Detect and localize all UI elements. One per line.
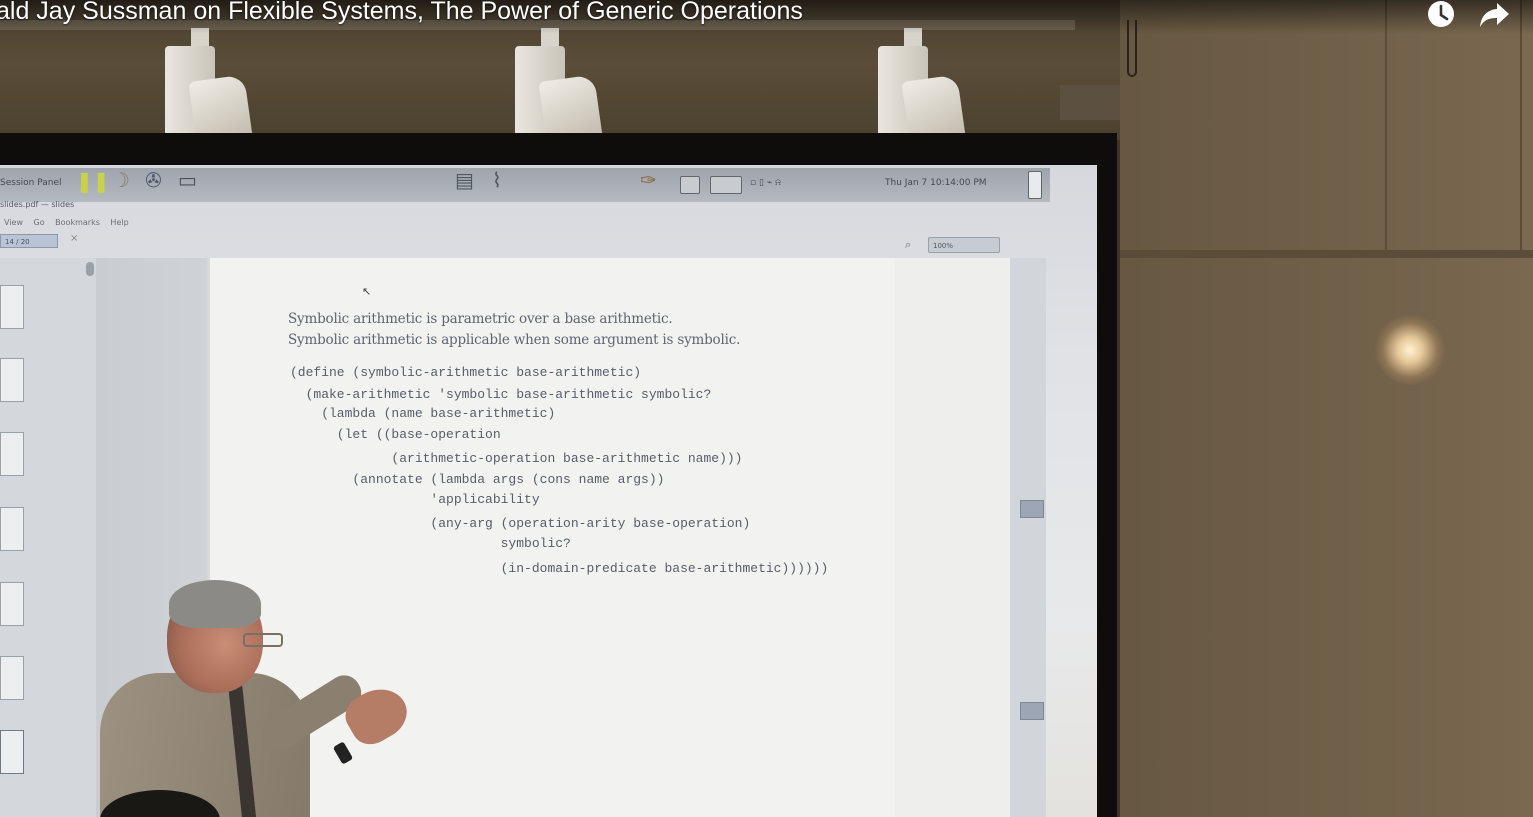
wall-light	[1375, 315, 1445, 385]
menu-bar: View Go Bookmarks Help	[4, 218, 137, 227]
code-line: (define (symbolic-arithmetic base-arithm…	[290, 365, 642, 380]
pause-icon: ❚❚	[76, 169, 110, 193]
ceiling-lamp	[515, 28, 605, 152]
tray-indicators: ▫ ▯ ⌁ ⍾	[750, 178, 782, 188]
scroll-button[interactable]	[1020, 500, 1044, 518]
slide-line: Symbolic arithmetic is applicable when s…	[288, 332, 741, 348]
moon-icon: ☽	[112, 168, 130, 192]
page-thumbnail[interactable]	[0, 507, 24, 551]
code-line: (in-domain-predicate base-arithmetic))))…	[290, 561, 829, 576]
sidebar-scroll-handle[interactable]	[86, 262, 94, 276]
page-thumbnail[interactable]	[0, 285, 24, 329]
video-frame: Session Panel ❚❚ ☽ ✇ ▭ ▤ ⌇ ✑ ▫ ▯ ⌁ ⍾ Thu…	[0, 0, 1533, 817]
slide-line: Symbolic arithmetic is parametric over a…	[288, 311, 673, 327]
ceiling-lamp	[165, 28, 255, 152]
code-line: (lambda (name base-arithmetic)	[290, 406, 556, 421]
menu-bookmarks[interactable]: Bookmarks	[55, 218, 100, 227]
zoom-select[interactable]: 100%	[928, 237, 1000, 253]
code-line: (let ((base-operation	[290, 427, 501, 442]
code-line: 'applicability	[290, 492, 540, 507]
clock-icon[interactable]	[1424, 0, 1458, 30]
ceiling-lamp	[878, 28, 968, 152]
app-icon: ✇	[145, 168, 162, 192]
tray-icon	[710, 176, 742, 194]
page-thumbnail[interactable]	[0, 656, 24, 700]
scroll-button[interactable]	[1020, 702, 1044, 720]
code-line: (any-arg (operation-arity base-operation…	[290, 516, 751, 531]
window-title: slides.pdf — slides	[0, 200, 75, 209]
back-wall	[1120, 0, 1533, 817]
page-thumbnail[interactable]	[0, 730, 24, 774]
wall-panel-divider	[1520, 0, 1522, 250]
share-arrow-icon[interactable]	[1478, 0, 1512, 30]
menu-view[interactable]: View	[4, 218, 23, 227]
code-line: (arithmetic-operation base-arithmetic na…	[290, 451, 743, 466]
terminal-icon: ▭	[178, 168, 197, 192]
video-title[interactable]: ald Jay Sussman on Flexible Systems, The…	[0, 0, 803, 26]
menu-help[interactable]: Help	[110, 218, 128, 227]
window-icon: ▤	[455, 168, 474, 192]
page-thumbnail[interactable]	[0, 358, 24, 402]
app-icon: ✑	[640, 168, 657, 192]
tray-icon	[1028, 171, 1042, 199]
document-scrollbar[interactable]	[1010, 258, 1046, 817]
page-thumbnail[interactable]	[0, 582, 24, 626]
search-icon[interactable]: ⌕	[905, 238, 911, 252]
panel-label: Session Panel	[0, 178, 62, 188]
page-number-field[interactable]: 14 / 20	[0, 234, 58, 248]
code-line: symbolic?	[290, 536, 571, 551]
menu-go[interactable]: Go	[34, 218, 45, 227]
wall-rail	[1120, 250, 1533, 258]
app-icon: ⌇	[492, 168, 502, 192]
close-icon[interactable]: ×	[70, 233, 78, 244]
wall-panel-divider	[1385, 0, 1387, 250]
code-line: (make-arithmetic 'symbolic base-arithmet…	[290, 387, 712, 402]
presenter	[95, 575, 425, 817]
tray-clock: Thu Jan 7 10:14:00 PM	[885, 178, 987, 188]
page-thumbnail[interactable]	[0, 432, 24, 476]
tray-icon	[680, 176, 700, 194]
code-line: (annotate (lambda args (cons name args))	[290, 472, 665, 487]
mouse-cursor: ↖	[362, 285, 372, 298]
